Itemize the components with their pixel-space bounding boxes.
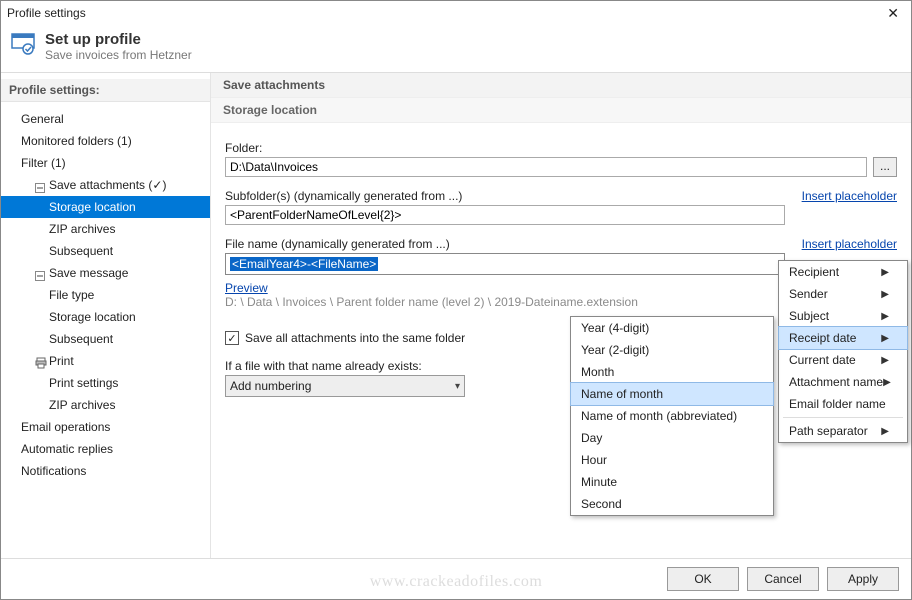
menu-item-name-of-month-abbr[interactable]: Name of month (abbreviated) [571,405,773,427]
subsection-heading: Storage location [211,97,911,123]
body: Profile settings: General Monitored fold… [1,73,911,558]
menu-item-current-date[interactable]: Current date▶ [779,349,907,371]
page-subtitle: Save invoices from Hetzner [45,48,192,62]
menu-item-hour[interactable]: Hour [571,449,773,471]
sidebar-item-zip-archives[interactable]: ZIP archives [1,218,210,240]
sidebar-item-subsequent[interactable]: Subsequent [1,240,210,262]
filename-input[interactable]: <EmailYear4>-<FileName> [225,253,785,275]
printer-icon [35,356,45,366]
sidebar-item-zip-archives-2[interactable]: ZIP archives [1,394,210,416]
menu-item-recipient[interactable]: Recipient▶ [779,261,907,283]
sidebar: Profile settings: General Monitored fold… [1,73,211,558]
preview-path: D: \ Data \ Invoices \ Parent folder nam… [225,295,638,309]
subfolder-label: Subfolder(s) (dynamically generated from… [225,189,897,203]
submenu-arrow-icon: ▶ [881,333,889,344]
settings-window: Profile settings ✕ Set up profile Save i… [0,0,912,600]
exists-action-select[interactable]: Add numbering ▾ [225,375,465,397]
sidebar-item-filter[interactable]: Filter (1) [1,152,210,174]
menu-item-attachment-name[interactable]: Attachment name▶ [779,371,907,393]
sidebar-item-print-settings[interactable]: Print settings [1,372,210,394]
subfolder-input[interactable] [225,205,785,225]
folder-label: Folder: [225,141,897,155]
submenu-arrow-icon: ▶ [881,289,889,300]
sidebar-item-save-attachments[interactable]: Save attachments (✓) [1,174,210,196]
chevron-down-icon: ▾ [455,381,460,392]
placeholder-menu[interactable]: Recipient▶ Sender▶ Subject▶ Receipt date… [778,260,908,443]
header: Set up profile Save invoices from Hetzne… [1,25,911,73]
expand-icon [35,180,45,190]
sidebar-item-label: Save attachments (✓) [49,176,166,194]
receipt-date-submenu[interactable]: Year (4-digit) Year (2-digit) Month Name… [570,316,774,516]
submenu-arrow-icon: ▶ [881,426,889,437]
menu-item-name-of-month[interactable]: Name of month [571,383,773,405]
expand-icon [35,268,45,278]
settings-tree: General Monitored folders (1) Filter (1)… [1,106,210,484]
sidebar-item-email-operations[interactable]: Email operations [1,416,210,438]
sidebar-item-storage-location-2[interactable]: Storage location [1,306,210,328]
sidebar-item-automatic-replies[interactable]: Automatic replies [1,438,210,460]
sidebar-item-subsequent-2[interactable]: Subsequent [1,328,210,350]
sidebar-item-label: Print [49,352,74,370]
menu-item-receipt-date[interactable]: Receipt date▶ [779,327,907,349]
exists-action-value: Add numbering [230,379,311,393]
profile-icon [11,31,35,55]
menu-item-day[interactable]: Day [571,427,773,449]
folder-input[interactable] [225,157,867,177]
menu-item-year-4[interactable]: Year (4-digit) [571,317,773,339]
menu-item-second[interactable]: Second [571,493,773,515]
menu-item-path-separator[interactable]: Path separator▶ [779,420,907,442]
cancel-button[interactable]: Cancel [747,567,819,591]
sidebar-item-label: Save message [49,264,128,282]
insert-placeholder-link-1[interactable]: Insert placeholder [802,189,897,203]
page-title: Set up profile [45,31,192,48]
menu-separator [783,417,903,418]
sidebar-item-save-message[interactable]: Save message [1,262,210,284]
menu-item-minute[interactable]: Minute [571,471,773,493]
menu-item-year-2[interactable]: Year (2-digit) [571,339,773,361]
submenu-arrow-icon: ▶ [881,267,889,278]
insert-placeholder-link-2[interactable]: Insert placeholder [802,237,897,251]
window-title: Profile settings [7,6,86,20]
close-icon[interactable]: ✕ [881,5,905,22]
watermark: www.crackeadofiles.com [370,573,543,591]
preview-link[interactable]: Preview [225,281,268,295]
sidebar-item-monitored-folders[interactable]: Monitored folders (1) [1,130,210,152]
menu-item-email-folder-name[interactable]: Email folder name [779,393,907,415]
sidebar-item-storage-location[interactable]: Storage location [1,196,210,218]
section-heading: Save attachments [211,73,911,97]
save-all-label: Save all attachments into the same folde… [245,331,465,345]
titlebar: Profile settings ✕ [1,1,911,25]
sidebar-item-notifications[interactable]: Notifications [1,460,210,482]
bottom-bar: www.crackeadofiles.com OK Cancel Apply [1,558,911,599]
menu-item-sender[interactable]: Sender▶ [779,283,907,305]
menu-item-subject[interactable]: Subject▶ [779,305,907,327]
submenu-arrow-icon: ▶ [883,377,891,388]
browse-button[interactable]: ... [873,157,897,177]
save-all-checkbox[interactable]: ✓ [225,331,239,345]
ok-button[interactable]: OK [667,567,739,591]
sidebar-item-general[interactable]: General [1,108,210,130]
sidebar-heading: Profile settings: [1,79,210,102]
submenu-arrow-icon: ▶ [881,355,889,366]
sidebar-item-print[interactable]: Print [1,350,210,372]
submenu-arrow-icon: ▶ [881,311,889,322]
sidebar-item-file-type[interactable]: File type [1,284,210,306]
header-text: Set up profile Save invoices from Hetzne… [45,31,192,62]
apply-button[interactable]: Apply [827,567,899,591]
menu-item-month[interactable]: Month [571,361,773,383]
filename-label: File name (dynamically generated from ..… [225,237,897,251]
filename-value-selection: <EmailYear4>-<FileName> [230,257,378,271]
